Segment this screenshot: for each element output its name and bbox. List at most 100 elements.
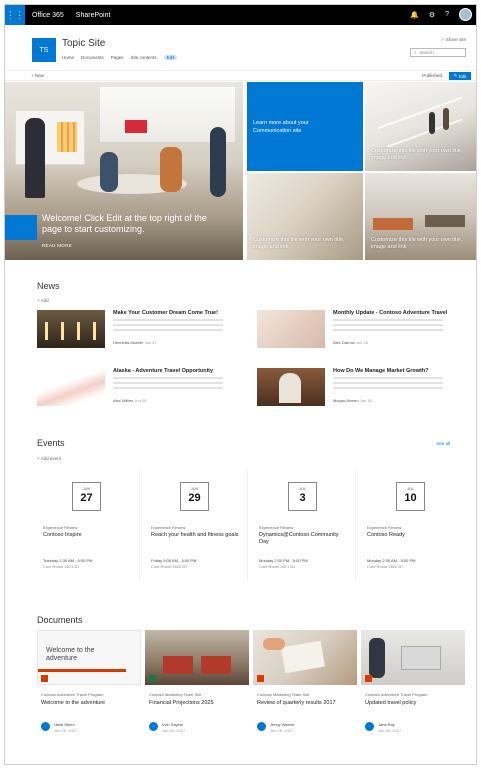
news-item[interactable]: How Do We Manage Market Growth? Megan Bo… (257, 368, 457, 406)
news-author: Henrietta Mueller Jun 27 (113, 340, 157, 345)
event-card[interactable]: JUL 10 Experience Review Contoso Ready M… (361, 470, 464, 580)
share-site-button[interactable]: ✓ Share site (441, 37, 466, 43)
event-time: Monday 2:30 PM - 5:00 PM (259, 558, 308, 563)
news-author-name: Alex Wilber (113, 398, 134, 403)
news-date: Jun 20 (134, 398, 147, 403)
event-month: JUN (82, 486, 91, 491)
event-day: 10 (404, 492, 417, 504)
event-month: JUL (406, 486, 415, 491)
lounge-couch (425, 215, 465, 227)
event-date-box: JUL 3 (288, 482, 317, 511)
notifications-icon[interactable]: 🔔 (410, 11, 419, 19)
light-bulb (45, 322, 48, 340)
waffle-icon[interactable]: ⋮⋮ (5, 5, 25, 25)
event-date-box: JUN 29 (180, 482, 209, 511)
hero-tile-label: Customize this tile with your own title,… (371, 147, 463, 162)
news-author-name: Henrietta Mueller (113, 340, 144, 345)
new-button[interactable]: + New (31, 73, 44, 78)
light-bulb (77, 322, 80, 340)
hero-person (210, 127, 226, 197)
news-title: Make Your Customer Dream Come True! (113, 310, 218, 316)
document-card[interactable]: Contoso Marketing Team Site Review of qu… (253, 630, 357, 748)
news-heading: News (37, 281, 60, 291)
avatar[interactable] (459, 8, 472, 21)
event-card[interactable]: JUL 3 Experience Review Dynamics@Contoso… (253, 470, 356, 580)
powerpoint-icon (257, 675, 264, 682)
news-author-name: Alex Darrow (333, 340, 355, 345)
news-date: Jun 26 (355, 340, 368, 345)
news-add-button[interactable]: + Add (37, 298, 49, 303)
laptop (401, 646, 441, 670)
document-thumb-text: Welcome to the adventure (46, 647, 95, 663)
hero-accent (5, 215, 37, 240)
event-day: 27 (80, 492, 93, 504)
hero-tile-lounge[interactable]: Customize this tile with your own title,… (365, 173, 476, 260)
edit-button[interactable]: ✎ Edit (449, 72, 471, 80)
hero-person (443, 108, 449, 130)
document-card[interactable]: Welcome to the adventure Contoso Adventu… (37, 630, 141, 748)
event-card[interactable]: JUN 29 Experience Review Reach your heal… (145, 470, 248, 580)
help-icon[interactable]: ? (445, 11, 449, 18)
event-category: Experience Review (43, 525, 78, 530)
event-location: Conf Room 2620 B7 (151, 564, 188, 569)
document-card[interactable]: Contoso Adventure Travel Program Updated… (361, 630, 465, 748)
hero-tile-communication[interactable]: Learn more about your Communication site (247, 82, 363, 171)
red-chair (163, 656, 193, 674)
document-date: Jun 16, 2017 (54, 728, 78, 733)
app-name[interactable]: Office 365 (32, 12, 64, 19)
event-card[interactable]: JUN 27 Experience Review Contoso Inspire… (37, 470, 140, 580)
hero-person (160, 147, 182, 192)
document-thumbnail (361, 630, 465, 685)
hero-tile-stairs[interactable]: Customize this tile with your own title,… (365, 82, 476, 171)
news-item[interactable]: Make Your Customer Dream Come True! Henr… (37, 310, 237, 348)
hero-person (429, 112, 435, 134)
news-item[interactable]: Monthly Update - Contoso Adventure Trave… (257, 310, 457, 348)
nav-documents[interactable]: Documents (81, 55, 104, 60)
hero-tile-architecture[interactable]: Customize this tile with your own title,… (247, 173, 363, 260)
hero-person (25, 118, 45, 198)
news-item[interactable]: Alaska - Adventure Travel Opportunity Al… (37, 368, 237, 406)
document-author: Jenny Warner (270, 722, 295, 727)
news-author-name: Megan Bowen (333, 398, 359, 403)
document-title: Updated travel policy (365, 700, 417, 706)
nav-edit[interactable]: Edit (163, 55, 178, 60)
event-time: Monday 2:30 AM - 5:00 PM (367, 558, 416, 563)
event-title: Reach your health and fitness goals (151, 532, 239, 538)
event-time: Friday 9:00 AM - 5:00 PM (151, 558, 197, 563)
news-description (333, 319, 443, 331)
news-thumbnail (37, 310, 105, 348)
sharepoint-window: ⋮⋮ Office 365 SharePoint 🔔 ⚙ ? TS Topic … (4, 4, 477, 765)
edit-label: Edit (458, 73, 467, 79)
hero-read-more-link[interactable]: READ MORE (42, 243, 72, 248)
document-title: Review of quarterly results 2017 (257, 700, 336, 706)
news-description (113, 319, 223, 331)
published-status: Published (422, 73, 442, 78)
product-name[interactable]: SharePoint (76, 12, 111, 19)
event-location: Conf Room 2671 B1 (259, 564, 296, 569)
suite-bar: ⋮⋮ Office 365 SharePoint 🔔 ⚙ ? (5, 5, 476, 25)
document-thumbnail (145, 630, 249, 685)
events-add-button[interactable]: + Add event (37, 456, 61, 461)
site-nav: Home Documents Pages Site contents Edit (62, 55, 178, 60)
event-date-box: JUN 27 (72, 482, 101, 511)
document-card[interactable]: Contoso Marketing Team Site Financial Pr… (145, 630, 249, 748)
document-author: Heidi Steen (54, 722, 75, 727)
events-see-all-link[interactable]: See all (436, 441, 450, 446)
news-author: Megan Bowen Jun 18 (333, 398, 372, 403)
hero-main-tile[interactable]: Welcome! Click Edit at the top right of … (5, 82, 243, 260)
hero-section: Welcome! Click Edit at the top right of … (5, 82, 476, 260)
site-logo[interactable]: TS (32, 38, 56, 62)
search-input[interactable]: ⌕ Search (410, 48, 466, 57)
document-site: Contoso Marketing Team Site (257, 692, 310, 697)
excel-icon (149, 675, 156, 682)
site-title[interactable]: Topic Site (62, 38, 105, 49)
news-description (113, 377, 223, 389)
arch-window (279, 373, 301, 403)
news-date: Jun 27 (144, 340, 157, 345)
settings-icon[interactable]: ⚙ (429, 11, 435, 19)
nav-pages[interactable]: Pages (111, 55, 124, 60)
nav-home[interactable]: Home (62, 55, 74, 60)
nav-site-contents[interactable]: Site contents (131, 55, 157, 60)
powerpoint-icon (365, 675, 372, 682)
event-category: Experience Review (367, 525, 402, 530)
